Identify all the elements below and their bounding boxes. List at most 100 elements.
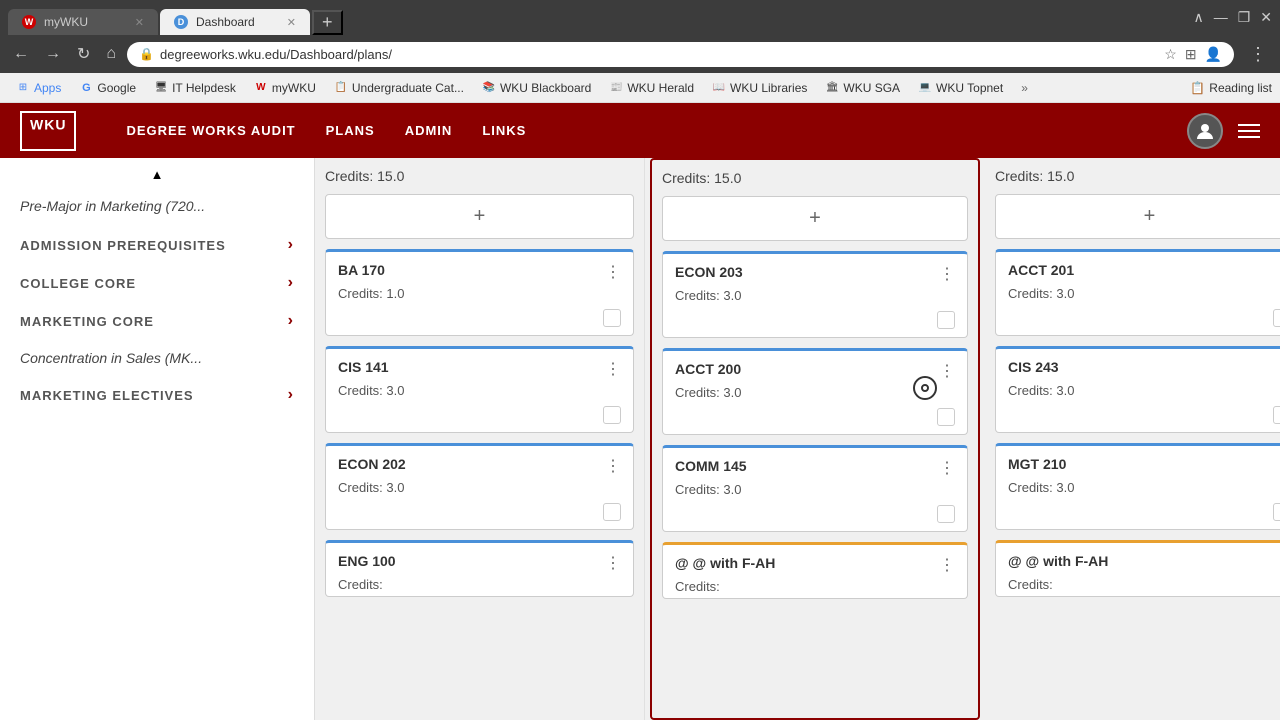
fah-col2-code: @ @ with F-AH [675,555,775,571]
forward-button[interactable]: → [40,43,66,65]
fah-col3-more-icon[interactable]: ⋮ [1275,553,1280,573]
concentration-item[interactable]: Concentration in Sales (MK... [0,340,314,376]
acct200-header: ACCT 200 ⋮ [663,351,967,385]
marketing-core-label: MARKETING CORE [20,314,154,329]
hamburger-menu[interactable] [1238,124,1260,138]
col1-add-course-button[interactable]: + [325,194,634,239]
nav-audit[interactable]: DEGREE WORKS AUDIT [126,123,295,138]
header-right [1187,113,1260,149]
close-icon[interactable]: ✕ [1260,9,1272,26]
col2-add-course-button[interactable]: + [662,196,968,241]
course-card-mgt210: MGT 210 ⋮ Credits: 3.0 [995,443,1280,530]
user-avatar[interactable] [1187,113,1223,149]
browser-more-button[interactable]: ⋮ [1244,42,1272,67]
acct201-more-icon[interactable]: ⋮ [1275,262,1280,282]
mgt210-more-icon[interactable]: ⋮ [1275,456,1280,476]
maximize-icon[interactable]: ❐ [1238,9,1251,26]
back-button[interactable]: ← [8,43,34,65]
col1-credits-value: 15.0 [377,168,404,184]
fah-col3-credits: Credits: [996,577,1280,596]
acct201-checkbox[interactable] [1273,309,1280,327]
tab-dashboard[interactable]: D Dashboard ✕ [160,9,310,35]
acct200-checkbox[interactable] [937,408,955,426]
browser-chrome: W myWKU ✕ D Dashboard ✕ + ∧ — ❐ ✕ [0,0,1280,35]
col3-add-course-button[interactable]: + [995,194,1280,239]
address-bar[interactable]: 🔒 degreeworks.wku.edu/Dashboard/plans/ ☆… [127,42,1234,67]
eng100-more-icon[interactable]: ⋮ [605,553,621,573]
reload-button[interactable]: ↻ [72,42,95,66]
comm145-checkbox[interactable] [937,505,955,523]
admission-prereqs-section[interactable]: ADMISSION PREREQUISITES › [0,226,314,264]
bookmark-sga-label: WKU SGA [843,81,900,95]
fah-col2-more-icon[interactable]: ⋮ [939,555,955,575]
fah-col2-credits: Credits: [663,579,967,598]
marketing-electives-section[interactable]: Marketing Electives › [0,376,314,414]
econ202-footer [326,499,633,529]
reading-list-label: Reading list [1209,81,1272,95]
econ203-checkbox[interactable] [937,311,955,329]
college-core-section[interactable]: COLLEGE CORE › [0,264,314,302]
cis141-checkbox[interactable] [603,406,621,424]
home-button[interactable]: ⌂ [101,43,121,65]
nav-links[interactable]: LINKS [482,123,526,138]
mgt210-checkbox[interactable] [1273,503,1280,521]
econ202-more-icon[interactable]: ⋮ [605,456,621,476]
tab-mywku[interactable]: W myWKU ✕ [8,9,158,35]
marketing-electives-chevron: › [288,386,294,404]
tab-icon-dashboard: D [174,15,188,29]
minimize-icon[interactable]: — [1214,9,1228,26]
mgt210-header: MGT 210 ⋮ [996,446,1280,480]
mywku-bm-icon: W [254,81,268,95]
wku-header: WKU DEGREE WORKS AUDIT PLANS ADMIN LINKS [0,103,1280,158]
tab-close-dashboard[interactable]: ✕ [287,16,296,29]
bookmark-libraries[interactable]: 📖 WKU Libraries [704,78,815,98]
acct200-more-icon[interactable]: ⋮ [939,361,955,381]
bookmark-herald-label: WKU Herald [627,81,694,95]
main-area: ▲ Pre-Major in Marketing (720... ADMISSI… [0,158,1280,720]
address-bar-actions: ☆ ⊞ 👤 [1164,46,1222,63]
bookmark-topnet[interactable]: 💻 WKU Topnet [910,78,1011,98]
nav-plans[interactable]: PLANS [326,123,375,138]
econ202-checkbox[interactable] [603,503,621,521]
reading-list[interactable]: 📋 Reading list [1190,81,1272,95]
col3-credits: Credits: 15.0 [995,163,1280,194]
bookmark-star-icon[interactable]: ☆ [1164,46,1177,63]
econ202-header: ECON 202 ⋮ [326,446,633,480]
bookmark-it[interactable]: 🖥 IT Helpdesk [146,78,244,98]
course-card-fah-col3: @ @ with F-AH ⋮ Credits: [995,540,1280,597]
scroll-up-button[interactable]: ▲ [0,163,314,186]
person-icon[interactable]: 👤 [1205,46,1222,63]
nav-admin[interactable]: ADMIN [405,123,453,138]
bookmark-apps[interactable]: ⊞ Apps [8,78,69,98]
fah-col3-code: @ @ with F-AH [1008,553,1108,569]
bookmark-google[interactable]: G Google [71,78,144,98]
tab-close-mywku[interactable]: ✕ [135,16,144,29]
new-tab-button[interactable]: + [312,10,343,35]
comm145-more-icon[interactable]: ⋮ [939,458,955,478]
bookmark-more[interactable]: » [1013,78,1036,98]
ba170-more-icon[interactable]: ⋮ [605,262,621,282]
cis243-checkbox[interactable] [1273,406,1280,424]
ba170-checkbox[interactable] [603,309,621,327]
econ203-more-icon[interactable]: ⋮ [939,264,955,284]
col2-credits-value: 15.0 [714,170,741,186]
course-card-acct201: ACCT 201 ⋮ Credits: 3.0 [995,249,1280,336]
college-core-chevron: › [288,274,294,292]
course-card-acct200: ACCT 200 ⋮ Credits: 3.0 [662,348,968,435]
cis243-footer [996,402,1280,432]
marketing-core-section[interactable]: MARKETING CORE › [0,302,314,340]
bookmark-ugcat[interactable]: 📋 Undergraduate Cat... [326,78,472,98]
wku-logo[interactable]: WKU [20,111,76,151]
bookmark-blackboard[interactable]: 📚 WKU Blackboard [474,78,599,98]
cis243-more-icon[interactable]: ⋮ [1275,359,1280,379]
libraries-icon: 📖 [712,81,726,95]
pre-major-item[interactable]: Pre-Major in Marketing (720... [0,186,314,226]
comm145-credits: Credits: 3.0 [663,482,967,501]
cis243-header: CIS 243 ⋮ [996,349,1280,383]
bookmark-sga[interactable]: 🏛 WKU SGA [817,78,908,98]
extension-icon[interactable]: ⊞ [1185,46,1197,63]
cis141-more-icon[interactable]: ⋮ [605,359,621,379]
bookmark-mywku[interactable]: W myWKU [246,78,324,98]
bookmark-herald[interactable]: 📰 WKU Herald [601,78,702,98]
course-card-fah-col2: @ @ with F-AH ⋮ Credits: [662,542,968,599]
